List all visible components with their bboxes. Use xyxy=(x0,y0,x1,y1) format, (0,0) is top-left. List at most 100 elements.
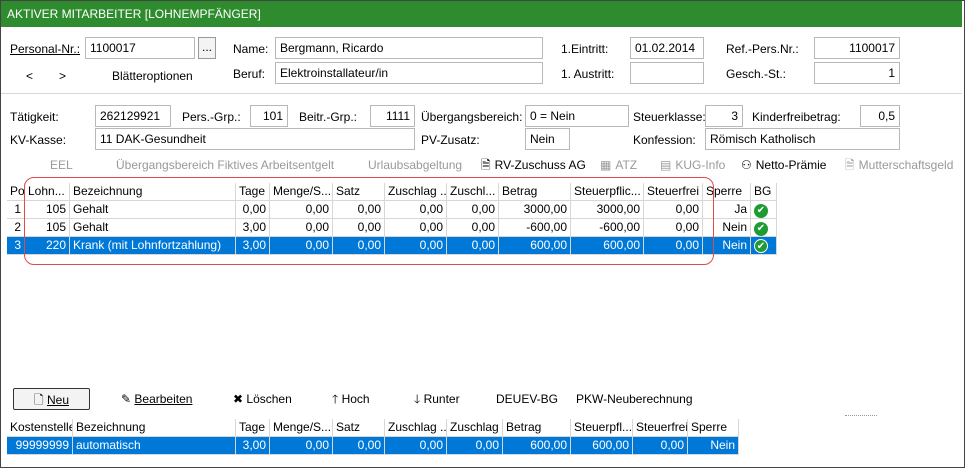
window-title: AKTIVER MITARBEITER [LOHNEMPFÄNGER] xyxy=(1,1,962,27)
neu-button[interactable]: 🗋 Neu xyxy=(13,388,90,410)
beitr-grp-field[interactable]: 1111 xyxy=(370,105,415,127)
coins-icon: ⚇ xyxy=(741,158,752,172)
cell-zuschlag: 0,00 xyxy=(447,437,503,455)
column-header[interactable]: BG xyxy=(751,183,777,201)
check-circle-icon: ✔ xyxy=(754,239,768,253)
hoch-button-label: Hoch xyxy=(341,392,370,406)
hoch-button[interactable]: 🡑 Hoch xyxy=(332,388,370,410)
kosten-table: Kostenstelle Bezeichnung Tage Menge/S...… xyxy=(7,419,739,455)
splitter-handle[interactable] xyxy=(845,415,877,417)
cell-betrag: 600,00 xyxy=(503,437,571,455)
check-circle-icon: ✔ xyxy=(754,204,768,218)
runter-button-label: Runter xyxy=(423,392,460,406)
document-icon: 🗎 xyxy=(845,158,855,172)
cell-kostenstelle: 99999999 xyxy=(7,437,73,455)
bearbeiten-button-label: Bearbeiten xyxy=(134,392,193,406)
taetigkeit-label: Tätigkeit: xyxy=(10,110,59,124)
personal-nr-lookup-button[interactable]: ... xyxy=(198,37,216,59)
eintritt-field[interactable]: 01.02.2014 xyxy=(630,37,704,59)
toolbar-rv-zuschuss-label: RV-Zuschuss AG xyxy=(494,158,586,172)
austritt-field[interactable] xyxy=(630,62,704,84)
name-label: Name: xyxy=(233,42,269,56)
toolbar-mutterschaftsgeld[interactable]: 🗎 Mutterschaftsgeld xyxy=(845,157,953,173)
toolbar-uebergang-fiktiv[interactable]: Übergangsbereich Fiktives Arbeitsentgelt xyxy=(116,157,334,173)
section-divider xyxy=(1,93,962,94)
eintritt-label: 1.Eintritt: xyxy=(561,42,609,56)
column-header[interactable]: Steuerfrei xyxy=(633,419,688,437)
column-header[interactable]: Satz xyxy=(333,419,385,437)
ref-pers-label: Ref.-Pers.Nr.: xyxy=(726,42,799,56)
toolbar-urlaubsabgeltung[interactable]: Urlaubsabgeltung xyxy=(368,157,462,173)
cell-bg: ✔ xyxy=(751,219,777,237)
toolbar-kug-info[interactable]: ▤ KUG-Info xyxy=(660,157,725,173)
toolbar-mutterschaftsgeld-label: Mutterschaftsgeld xyxy=(858,158,954,172)
toolbar-rv-zuschuss[interactable]: 🗎 RV-Zuschuss AG xyxy=(481,157,586,173)
ref-pers-field[interactable]: 1100017 xyxy=(814,37,900,59)
document-icon: 🗎 xyxy=(481,158,491,172)
toolbar-kug-info-label: KUG-Info xyxy=(675,158,726,172)
pencil-icon: ✎ xyxy=(121,392,135,406)
column-header[interactable]: Steuerpfl... xyxy=(571,419,633,437)
column-header[interactable]: Tage xyxy=(236,419,270,437)
column-header[interactable]: Zuschlag xyxy=(447,419,503,437)
kinderfrei-field[interactable]: 0,5 xyxy=(860,105,900,127)
check-circle-icon: ✔ xyxy=(754,222,768,236)
cell-bg: ✔ xyxy=(751,201,777,219)
pers-grp-label: Pers.-Grp.: xyxy=(182,110,241,124)
kv-kasse-label: KV-Kasse: xyxy=(10,133,67,147)
bearbeiten-button[interactable]: ✎ Bearbeiten xyxy=(121,388,192,410)
highlight-annotation xyxy=(24,177,714,265)
cell-bezeichnung: automatisch xyxy=(73,437,236,455)
blaetteroptionen-button[interactable]: Blätteroptionen xyxy=(112,69,193,83)
column-header[interactable]: Betrag xyxy=(503,419,571,437)
pers-grp-field[interactable]: 101 xyxy=(250,105,288,127)
table-row-selected[interactable]: 99999999 automatisch 3,00 0,00 0,00 0,00… xyxy=(7,437,739,455)
cell-menge: 0,00 xyxy=(270,437,333,455)
toolbar-atz-label: ATZ xyxy=(615,158,638,172)
toolbar-netto-praemie[interactable]: ⚇ Netto-Prämie xyxy=(741,157,826,173)
column-header[interactable]: Kostenstelle xyxy=(7,419,73,437)
column-header[interactable]: Bezeichnung xyxy=(73,419,236,437)
pv-zusatz-field[interactable]: Nein xyxy=(525,128,570,150)
column-header[interactable]: Zuschlag ... xyxy=(385,419,447,437)
calculator-icon: ▦ xyxy=(600,158,612,172)
uebergang-field[interactable]: 0 = Nein xyxy=(525,105,629,127)
deuev-button[interactable]: DEUEV-BG xyxy=(496,388,558,410)
arrow-up-icon: 🡑 xyxy=(332,392,342,406)
new-document-icon: 🗋 xyxy=(34,393,47,407)
pkw-button[interactable]: PKW-Neuberechnung xyxy=(576,388,693,410)
calendar-icon: ▤ xyxy=(660,158,672,172)
cell-steuerpfl: 600,00 xyxy=(571,437,633,455)
personal-nr-label: Personal-Nr.: xyxy=(10,42,81,56)
konfession-label: Konfession: xyxy=(633,133,696,147)
personal-nr-field[interactable]: 1100017 xyxy=(85,37,195,59)
cell-zuschlag: 0,00 xyxy=(385,437,447,455)
kv-kasse-field[interactable]: 11 DAK-Gesundheit xyxy=(95,128,415,150)
arrow-down-icon: 🡓 xyxy=(414,392,424,406)
column-header[interactable]: Sperre xyxy=(688,419,739,437)
prev-button[interactable]: < xyxy=(26,69,33,83)
gesch-st-label: Gesch.-St.: xyxy=(726,67,787,81)
beitr-grp-label: Beitr.-Grp.: xyxy=(299,110,358,124)
toolbar-eel[interactable]: EEL xyxy=(50,157,73,173)
kosten-table-header: Kostenstelle Bezeichnung Tage Menge/S...… xyxy=(7,419,739,437)
kinderfrei-label: Kinderfreibetrag: xyxy=(752,110,841,124)
pv-zusatz-label: PV-Zusatz: xyxy=(421,133,480,147)
toolbar-atz[interactable]: ▦ ATZ xyxy=(600,157,637,173)
cell-steuerfrei: 0,00 xyxy=(633,437,688,455)
cell-sperre: Nein xyxy=(688,437,739,455)
beruf-field[interactable]: Elektroinstallateur/in xyxy=(275,62,543,84)
loeschen-button[interactable]: ✖ Löschen xyxy=(233,388,292,410)
toolbar-netto-praemie-label: Netto-Prämie xyxy=(755,158,827,172)
steuerklasse-field[interactable]: 3 xyxy=(705,105,743,127)
next-button[interactable]: > xyxy=(59,69,66,83)
runter-button[interactable]: 🡓 Runter xyxy=(414,388,460,410)
cell-tage: 3,00 xyxy=(236,437,270,455)
column-header[interactable]: Pos xyxy=(7,183,25,201)
taetigkeit-field[interactable]: 262129921 xyxy=(95,105,171,127)
gesch-st-field[interactable]: 1 xyxy=(814,62,900,84)
konfession-field[interactable]: Römisch Katholisch xyxy=(705,128,900,150)
name-field[interactable]: Bergmann, Ricardo xyxy=(275,37,543,59)
uebergang-label: Übergangsbereich: xyxy=(421,110,523,124)
column-header[interactable]: Menge/S... xyxy=(270,419,333,437)
